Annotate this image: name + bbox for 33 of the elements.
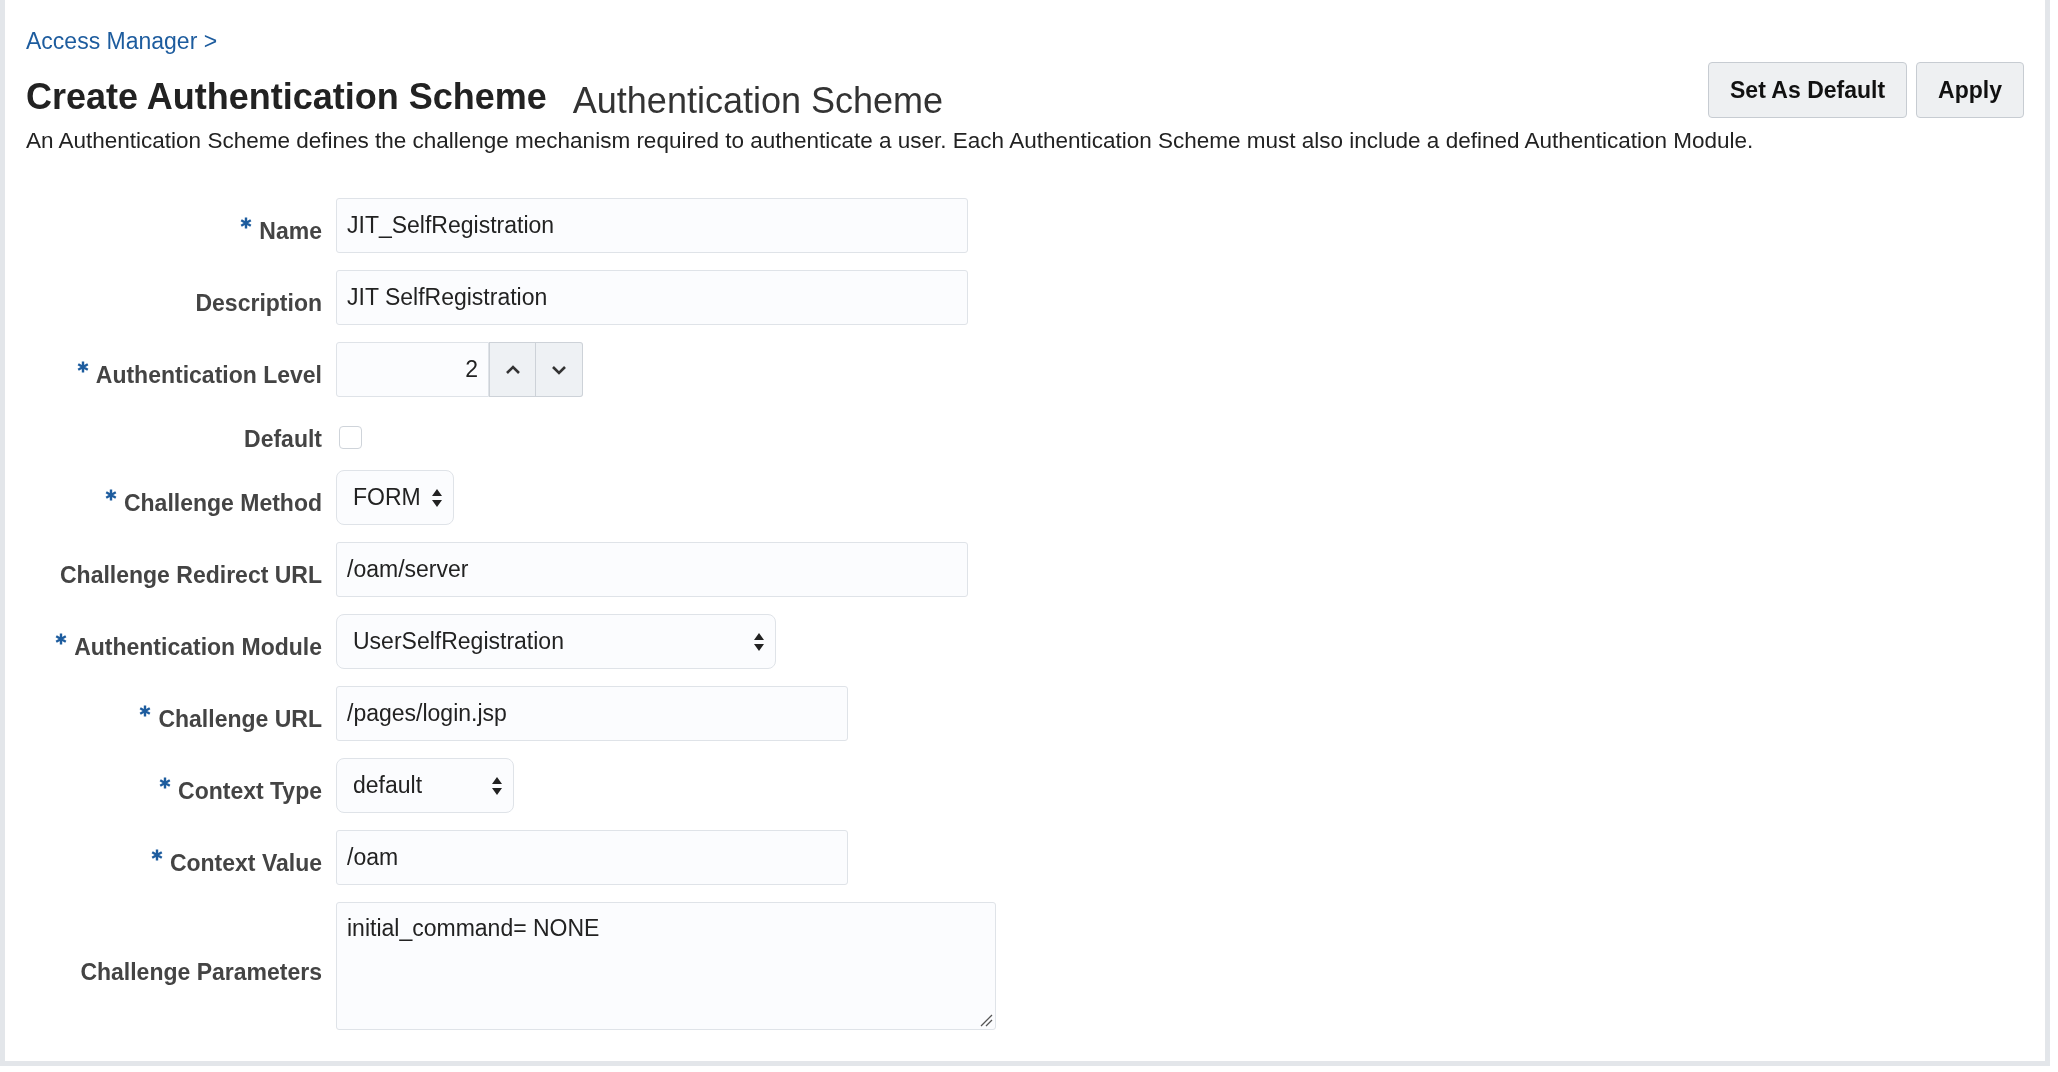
breadcrumb-link[interactable]: Access Manager > [26,28,218,54]
page-title: Create Authentication Scheme [26,76,547,118]
checkbox[interactable] [339,426,362,449]
dropdown[interactable]: default [336,758,514,813]
field-label: Authentication Level [95,361,322,389]
field-label: Name [259,217,322,245]
field-label: Challenge Redirect URL [60,561,322,589]
set-default-button[interactable]: Set As Default [1708,62,1908,118]
decrement-button[interactable] [536,342,583,397]
field-label: Context Type [178,777,322,805]
text-field[interactable]: JIT SelfRegistration [336,270,968,325]
field-label: Challenge URL [158,705,322,733]
page-subtitle: Authentication Scheme [572,80,944,122]
number-field[interactable]: 2 [336,342,489,397]
field-label: Challenge Parameters [80,957,322,986]
dropdown[interactable]: FORM [336,470,454,525]
field-label: Description [195,289,322,317]
description-text: An Authentication Scheme defines the challenge mechanism required to authenticate a user. Each Authentication Scheme must also include a defined Authentication Module. [26,128,1755,154]
text-field[interactable]: JIT_SelfRegistration [336,198,968,253]
text-field[interactable]: /pages/login.jsp [336,686,848,741]
field-label: Challenge Method [123,489,322,517]
field-label: Default [244,425,322,453]
apply-button[interactable]: Apply [1916,62,2024,118]
increment-button[interactable] [489,342,536,397]
chevron-down-icon [551,364,567,375]
field-label: Authentication Module [74,633,322,661]
field-label: Context Value [169,849,322,877]
text-field[interactable]: /oam/server [336,542,968,597]
resize-grip-icon[interactable] [979,1013,993,1027]
text-area[interactable]: initial_command= NONE [336,902,996,1030]
dropdown[interactable]: UserSelfRegistration [336,614,776,669]
chevron-up-icon [504,364,521,375]
text-field[interactable]: /oam [336,830,848,885]
